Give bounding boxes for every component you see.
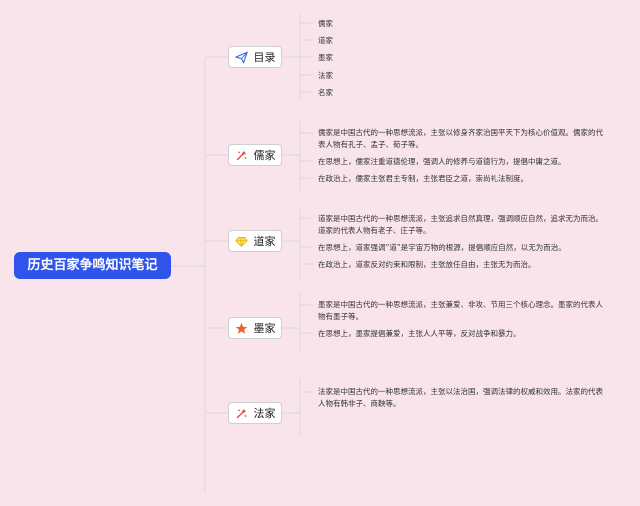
root-topic[interactable]: 历史百家争鸣知识笔记 <box>14 252 171 279</box>
star-icon <box>235 321 249 335</box>
toc-item[interactable]: 墨家 <box>318 52 333 63</box>
branch-label: 法家 <box>253 407 276 420</box>
note-paragraph: 法家是中国古代的一种思想流派，主张以法治国，强调法律的权威和效用。法家的代表人物… <box>318 387 603 408</box>
branch-label: 儒家 <box>253 149 276 162</box>
branch-label: 墨家 <box>253 322 276 335</box>
note-paragraph: 在思想上，儒家注重道德伦理，强调人的修养与道德行为，提倡中庸之道。 <box>318 157 566 166</box>
note-paragraph: 在思想上，道家强调“道”是宇宙万物的根源，提倡顺应自然，以无为而治。 <box>318 243 566 252</box>
sparkle-icon <box>235 406 249 420</box>
note-paragraph: 在政治上，道家反对约束和限制，主张放任自由，主张无为而治。 <box>318 260 536 269</box>
branch-toc[interactable]: 目录 <box>228 46 282 68</box>
note-paragraph: 在思想上，墨家提倡兼爱，主张人人平等，反对战争和暴力。 <box>318 329 521 338</box>
note-paragraph: 在政治上，儒家主张君主专制，主张君臣之道，崇尚礼法制度。 <box>318 174 528 183</box>
branch-label: 目录 <box>253 51 276 64</box>
toc-item[interactable]: 名家 <box>318 87 333 98</box>
toc-item[interactable]: 法家 <box>318 70 333 81</box>
paper-plane-icon <box>235 50 249 64</box>
branch-fajia[interactable]: 法家 <box>228 402 282 424</box>
note-paragraph: 道家是中国古代的一种思想流派，主张追求自然真理，强调顺应自然，追求无为而治。道家… <box>318 214 603 235</box>
branch-mojia[interactable]: 墨家 <box>228 317 282 339</box>
note-paragraph: 墨家是中国古代的一种思想流派，主张兼爱、非攻、节用三个核心理念。墨家的代表人物有… <box>318 300 603 321</box>
note-paragraph: 儒家是中国古代的一种思想流派，主张以修身齐家治国平天下为核心价值观。儒家的代表人… <box>318 128 603 149</box>
sparkle-icon <box>235 148 249 162</box>
branch-rujia[interactable]: 儒家 <box>228 144 282 166</box>
gem-icon <box>235 234 249 248</box>
branch-daojia[interactable]: 道家 <box>228 230 282 252</box>
toc-item[interactable]: 儒家 <box>318 18 333 29</box>
toc-item[interactable]: 道家 <box>318 35 333 46</box>
branch-label: 道家 <box>253 235 276 248</box>
